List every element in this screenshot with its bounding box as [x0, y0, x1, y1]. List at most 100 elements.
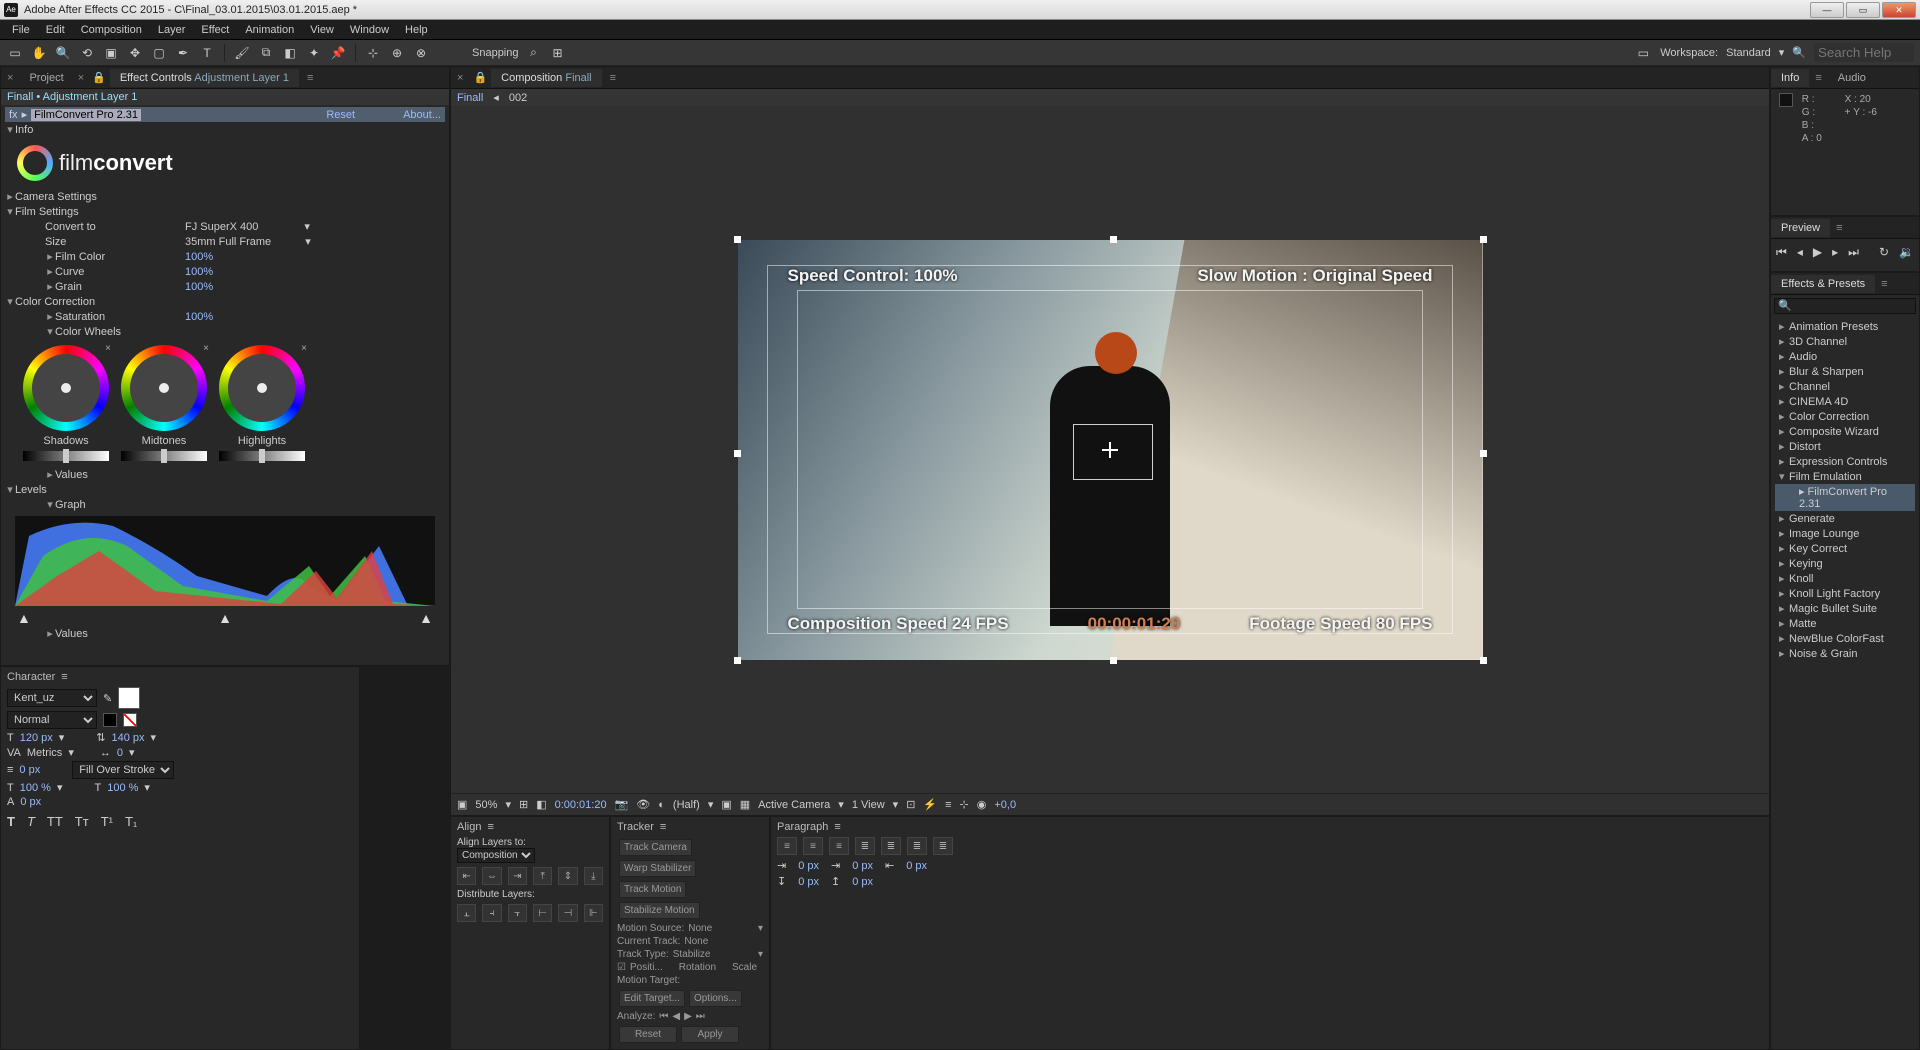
fx-toggle-icon[interactable]: fx — [9, 109, 18, 121]
camera-settings-section[interactable]: Camera Settings — [15, 191, 97, 203]
menu-animation[interactable]: Animation — [237, 22, 302, 38]
shadows-wheel[interactable]: ×Shadows — [23, 345, 109, 461]
mute-button[interactable]: ↻ — [1879, 245, 1889, 260]
effects-category[interactable]: ▸Color Correction — [1775, 409, 1915, 424]
align-vcenter-button[interactable]: ⇕ — [558, 867, 577, 885]
current-time[interactable]: 0:00:01:20 — [555, 799, 607, 811]
align-top-button[interactable]: ⤒ — [533, 867, 552, 885]
highlights-wheel[interactable]: ×Highlights — [219, 345, 305, 461]
play-button[interactable]: ▶ — [1813, 245, 1822, 260]
audio-tab[interactable]: Audio — [1828, 69, 1876, 87]
align-hcenter-button[interactable]: ⇔ — [482, 867, 501, 885]
resolution-dropdown[interactable]: (Half) — [673, 799, 700, 811]
transform-handle[interactable] — [1480, 236, 1487, 243]
transform-handle[interactable] — [734, 657, 741, 664]
indent-first-value[interactable]: 0 px — [852, 860, 873, 872]
black-point-handle[interactable]: ▲ — [17, 610, 31, 626]
transform-handle[interactable] — [1480, 450, 1487, 457]
selection-tool[interactable]: ▭ — [6, 44, 24, 62]
highlights-luma-slider[interactable] — [219, 451, 305, 461]
italic-button[interactable]: T — [27, 814, 35, 829]
analyze-back-button[interactable]: ◀ — [672, 1011, 680, 1022]
justify-last-right-button[interactable]: ≣ — [907, 837, 927, 855]
prev-frame-button[interactable]: ◂ — [1797, 245, 1803, 260]
lock-icon[interactable]: 🔒 — [88, 71, 110, 84]
composition-frame[interactable]: Speed Control: 100% Slow Motion : Origin… — [738, 240, 1483, 660]
effects-category[interactable]: ▸Audio — [1775, 349, 1915, 364]
grid-icon[interactable]: ⊞ — [519, 798, 528, 811]
effects-category[interactable]: ▸Matte — [1775, 616, 1915, 631]
transform-handle[interactable] — [1110, 236, 1117, 243]
font-family-dropdown[interactable]: Kent_uz — [7, 689, 97, 707]
align-right-button[interactable]: ⇥ — [508, 867, 527, 885]
snapping-toggle[interactable]: ⌕ — [525, 44, 543, 62]
justify-last-left-button[interactable]: ≣ — [855, 837, 875, 855]
effects-category[interactable]: ▸Composite Wizard — [1775, 424, 1915, 439]
color-wheels-label[interactable]: ▾Color Wheels — [5, 325, 185, 338]
panel-menu-icon[interactable]: ≡ — [602, 72, 624, 84]
effects-category[interactable]: ▾Film Emulation — [1775, 469, 1915, 484]
window-close-button[interactable]: ✕ — [1882, 2, 1916, 18]
brush-tool[interactable]: 🖌 — [233, 44, 251, 62]
font-style-dropdown[interactable]: Normal — [7, 711, 97, 729]
info-tab[interactable]: Info — [1771, 69, 1809, 87]
effects-category[interactable]: ▸Noise & Grain — [1775, 646, 1915, 661]
align-center-text-button[interactable]: ≡ — [803, 837, 823, 855]
composition-viewport[interactable]: Speed Control: 100% Slow Motion : Origin… — [451, 106, 1769, 793]
vscale-value[interactable]: 100 % — [20, 782, 51, 794]
tracker-apply-button[interactable]: Apply — [681, 1026, 739, 1043]
distribute-right-button[interactable]: ⊩ — [584, 904, 603, 922]
transparency-icon[interactable]: ▦ — [740, 798, 750, 811]
effects-presets-tab[interactable]: Effects & Presets — [1771, 275, 1875, 293]
stroke-color-swatch[interactable] — [103, 713, 117, 727]
kerning-dropdown[interactable]: Metrics — [27, 747, 62, 759]
twirl-icon[interactable]: ▾ — [5, 295, 15, 308]
analyze-back-1-button[interactable]: ⏮ — [659, 1011, 668, 1022]
no-color-swatch[interactable] — [123, 713, 137, 727]
font-size-value[interactable]: 120 px — [20, 732, 53, 744]
panel-menu-icon[interactable]: ≡ — [1875, 278, 1893, 290]
roi-icon[interactable]: ▣ — [721, 798, 731, 811]
bold-button[interactable]: T — [7, 814, 15, 829]
effects-category[interactable]: ▸Knoll Light Factory — [1775, 586, 1915, 601]
camera-tool[interactable]: ▣ — [102, 44, 120, 62]
transform-handle[interactable] — [1110, 657, 1117, 664]
indent-left-value[interactable]: 0 px — [798, 860, 819, 872]
zoom-tool[interactable]: 🔍 — [54, 44, 72, 62]
fast-previews-icon[interactable]: ⚡ — [923, 798, 937, 811]
track-type-dropdown[interactable]: Stabilize — [673, 949, 711, 960]
twirl-icon[interactable]: ▾ — [5, 123, 15, 136]
effect-controls-tab[interactable]: Effect Controls Adjustment Layer 1 — [110, 69, 299, 87]
axis-view-icon[interactable]: ⊗ — [412, 44, 430, 62]
effects-category[interactable]: ▸Image Lounge — [1775, 526, 1915, 541]
menu-view[interactable]: View — [302, 22, 342, 38]
position-checkbox[interactable]: ☑ — [617, 962, 626, 973]
twirl-icon[interactable]: ▾ — [5, 483, 15, 496]
loop-button[interactable]: 🔉 — [1899, 245, 1914, 260]
next-frame-button[interactable]: ▸ — [1832, 245, 1838, 260]
tracking-value[interactable]: 0 — [117, 747, 123, 759]
magnification-dropdown[interactable]: 50% — [475, 799, 497, 811]
panel-menu-icon[interactable]: ≡ — [1830, 222, 1848, 234]
track-motion-button[interactable]: Track Motion — [619, 881, 686, 898]
flowchart-icon[interactable]: ⊹ — [960, 798, 969, 811]
motion-source-dropdown[interactable]: None — [688, 923, 712, 934]
midtones-luma-slider[interactable] — [121, 451, 207, 461]
options-button[interactable]: Options... — [689, 990, 742, 1007]
justify-last-center-button[interactable]: ≣ — [881, 837, 901, 855]
composition-tab[interactable]: Composition Finall — [491, 69, 602, 87]
convert-to-dropdown[interactable]: FJ SuperX 400▾ — [185, 220, 310, 233]
space-after-value[interactable]: 0 px — [852, 876, 873, 888]
space-before-value[interactable]: 0 px — [798, 876, 819, 888]
channels-icon[interactable]: ◐ — [658, 799, 665, 811]
graph-label[interactable]: ▾Graph — [5, 498, 185, 511]
effect-header[interactable]: fx ▸ FilmConvert Pro 2.31 Reset About... — [5, 107, 445, 122]
panel-menu-icon[interactable]: ≡ — [61, 671, 67, 683]
panel-menu-icon[interactable]: ≡ — [660, 821, 666, 833]
panel-menu-icon[interactable]: ≡ — [487, 821, 493, 833]
render-queue-icon[interactable]: ▭ — [1634, 44, 1652, 62]
pixel-aspect-icon[interactable]: ⊡ — [906, 798, 915, 811]
search-help-input[interactable] — [1814, 43, 1914, 62]
allcaps-button[interactable]: TT — [47, 814, 63, 829]
indent-right-value[interactable]: 0 px — [906, 860, 927, 872]
